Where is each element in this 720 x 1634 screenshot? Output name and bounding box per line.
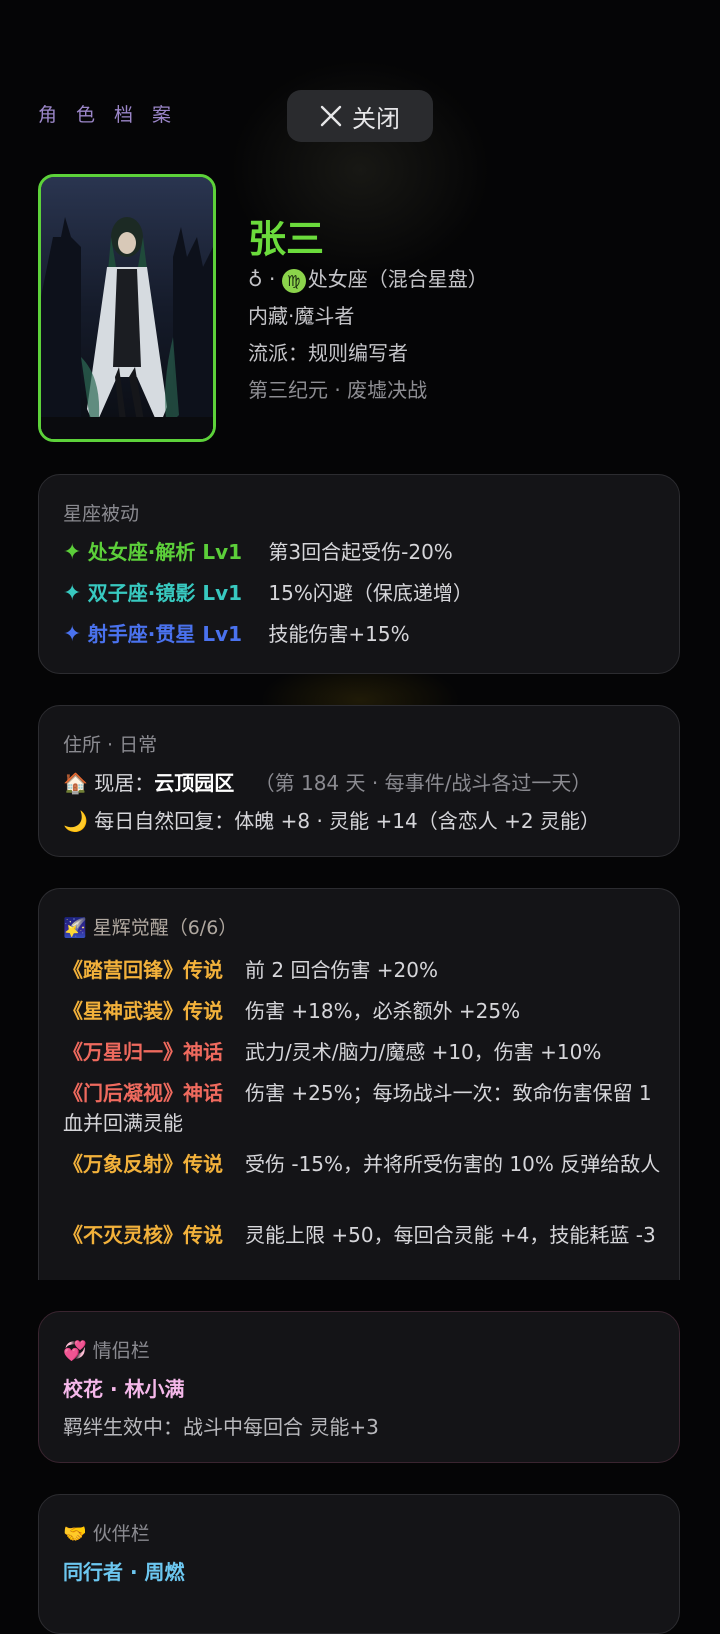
gender-icon: ♁ · [248, 267, 282, 291]
star-icon: ✦ [63, 622, 82, 647]
home-note: （第 184 天 · 每事件/战斗各过一天） [254, 771, 592, 795]
lover-bond: 羁绊生效中：战斗中每回合 灵能+3 [63, 1415, 379, 1439]
lover-card: 💞 情侣栏 校花 · 林小满 羁绊生效中：战斗中每回合 灵能+3 [38, 1311, 680, 1463]
hidden-trait: 内藏·魔斗者 [248, 304, 355, 328]
awakening-name: 《不灭灵核》传说 [63, 1223, 223, 1247]
awakening-item: 《万星归一》神话 武力/灵术/脑力/魔感 +10，伤害 +10% [63, 1037, 663, 1067]
lover-title: 情侣栏 [92, 1340, 150, 1362]
constellation-title: 星座被动 [63, 503, 140, 525]
awakening-desc: 受伤 -15%，并将所受伤害的 10% 反弹给敌人 [245, 1152, 661, 1176]
awakening-item: 《万象反射》传说 受伤 -15%，并将所受伤害的 10% 反弹给敌人 [63, 1149, 663, 1179]
awakening-desc: 灵能上限 +50，每回合灵能 +4，技能耗蓝 -3 [245, 1223, 656, 1247]
awakening-desc: 伤害 +18%，必杀额外 +25% [245, 999, 521, 1023]
skill-name: 双子座·镜影 Lv1 [87, 581, 243, 605]
awakening-title-row: 🌠 星辉觉醒（6/6） [63, 913, 237, 940]
home-name: 云顶园区 [154, 771, 235, 795]
zodiac-line: ♁ · ♍ 处女座（混合星盘） [248, 263, 488, 293]
awakening-name: 《万象反射》传说 [63, 1152, 223, 1176]
page-title: 角色档案 [38, 104, 191, 126]
lover-title-row: 💞 情侣栏 [63, 1336, 150, 1363]
character-name: 张三 [248, 217, 325, 261]
awakening-item: 《门后凝视》神话 伤害 +25%；每场战斗一次：致命伤害保留 1 血并回满灵能 [63, 1078, 663, 1138]
character-portrait [38, 174, 216, 442]
awakening-desc: 前 2 回合伤害 +20% [245, 958, 439, 982]
residence-home-row: 🏠 现居：云顶园区 （第 184 天 · 每事件/战斗各过一天） [63, 768, 659, 798]
hearts-icon: 💞 [63, 1340, 87, 1362]
shooting-star-icon: 🌠 [63, 917, 87, 939]
home-label: 现居： [94, 771, 155, 795]
partner-title-row: 🤝 伙伴栏 [63, 1519, 150, 1546]
star-icon: ✦ [63, 581, 82, 606]
awakening-name: 《门后凝视》神话 [63, 1081, 223, 1105]
awakening-name: 《万星归一》神话 [63, 1040, 223, 1064]
close-button[interactable]: 关闭 [287, 90, 433, 142]
constellation-item-sagittarius: ✦ 射手座·贯星 Lv1 技能伤害+15% [63, 619, 659, 650]
partner-card: 🤝 伙伴栏 同行者 · 周燃 [38, 1494, 680, 1634]
moon-icon: 🌙 [63, 809, 88, 833]
awakening-card: 🌠 星辉觉醒（6/6） 《踏营回锋》传说前 2 回合伤害 +20% 《星神武装》… [38, 888, 680, 1280]
partner-name: 同行者 · 周燃 [63, 1560, 185, 1584]
school-line: 流派：规则编写者 [248, 341, 408, 365]
awakening-name: 《星神武装》传说 [63, 999, 223, 1023]
skill-desc: 第3回合起受伤-20% [268, 540, 453, 564]
house-icon: 🏠 [63, 771, 88, 795]
awakening-item: 《不灭灵核》传说 灵能上限 +50，每回合灵能 +4，技能耗蓝 -3 [63, 1220, 663, 1250]
residence-regen-row: 🌙 每日自然回复：体魄 +8 · 灵能 +14（含恋人 +2 灵能） [63, 806, 659, 836]
skill-name: 处女座·解析 Lv1 [87, 540, 243, 564]
constellation-item-virgo: ✦ 处女座·解析 Lv1 第3回合起受伤-20% [63, 537, 659, 568]
close-label: 关闭 [352, 104, 400, 133]
skill-desc: 技能伤害+15% [268, 622, 410, 646]
virgo-icon: ♍ [281, 268, 306, 293]
constellation-item-gemini: ✦ 双子座·镜影 Lv1 15%闪避（保底递增） [63, 578, 659, 609]
residence-title: 住所 · 日常 [63, 734, 158, 756]
awakening-item: 《星神武装》传说 伤害 +18%，必杀额外 +25% [63, 996, 663, 1026]
lover-name: 校花 · 林小满 [63, 1377, 185, 1401]
awakening-desc: 武力/灵术/脑力/魔感 +10，伤害 +10% [245, 1040, 602, 1064]
regen-text: 每日自然回复：体魄 +8 · 灵能 +14（含恋人 +2 灵能） [94, 809, 600, 833]
skill-name: 射手座·贯星 Lv1 [87, 622, 243, 646]
close-icon [320, 105, 342, 127]
awakening-name: 《踏营回锋》传说 [63, 958, 223, 982]
awakening-item: 《踏营回锋》传说前 2 回合伤害 +20% [63, 955, 663, 985]
constellation-card: 星座被动 ✦ 处女座·解析 Lv1 第3回合起受伤-20% ✦ 双子座·镜影 L… [38, 474, 680, 674]
zodiac-label: 处女座（混合星盘） [307, 267, 488, 291]
handshake-icon: 🤝 [63, 1523, 87, 1545]
awakening-title: 星辉觉醒（6/6） [92, 917, 238, 939]
skill-desc: 15%闪避（保底递增） [268, 581, 473, 605]
star-icon: ✦ [63, 540, 82, 565]
era-line: 第三纪元 · 废墟决战 [248, 378, 428, 402]
residence-card: 住所 · 日常 🏠 现居：云顶园区 （第 184 天 · 每事件/战斗各过一天）… [38, 705, 680, 857]
partner-title: 伙伴栏 [92, 1523, 150, 1545]
